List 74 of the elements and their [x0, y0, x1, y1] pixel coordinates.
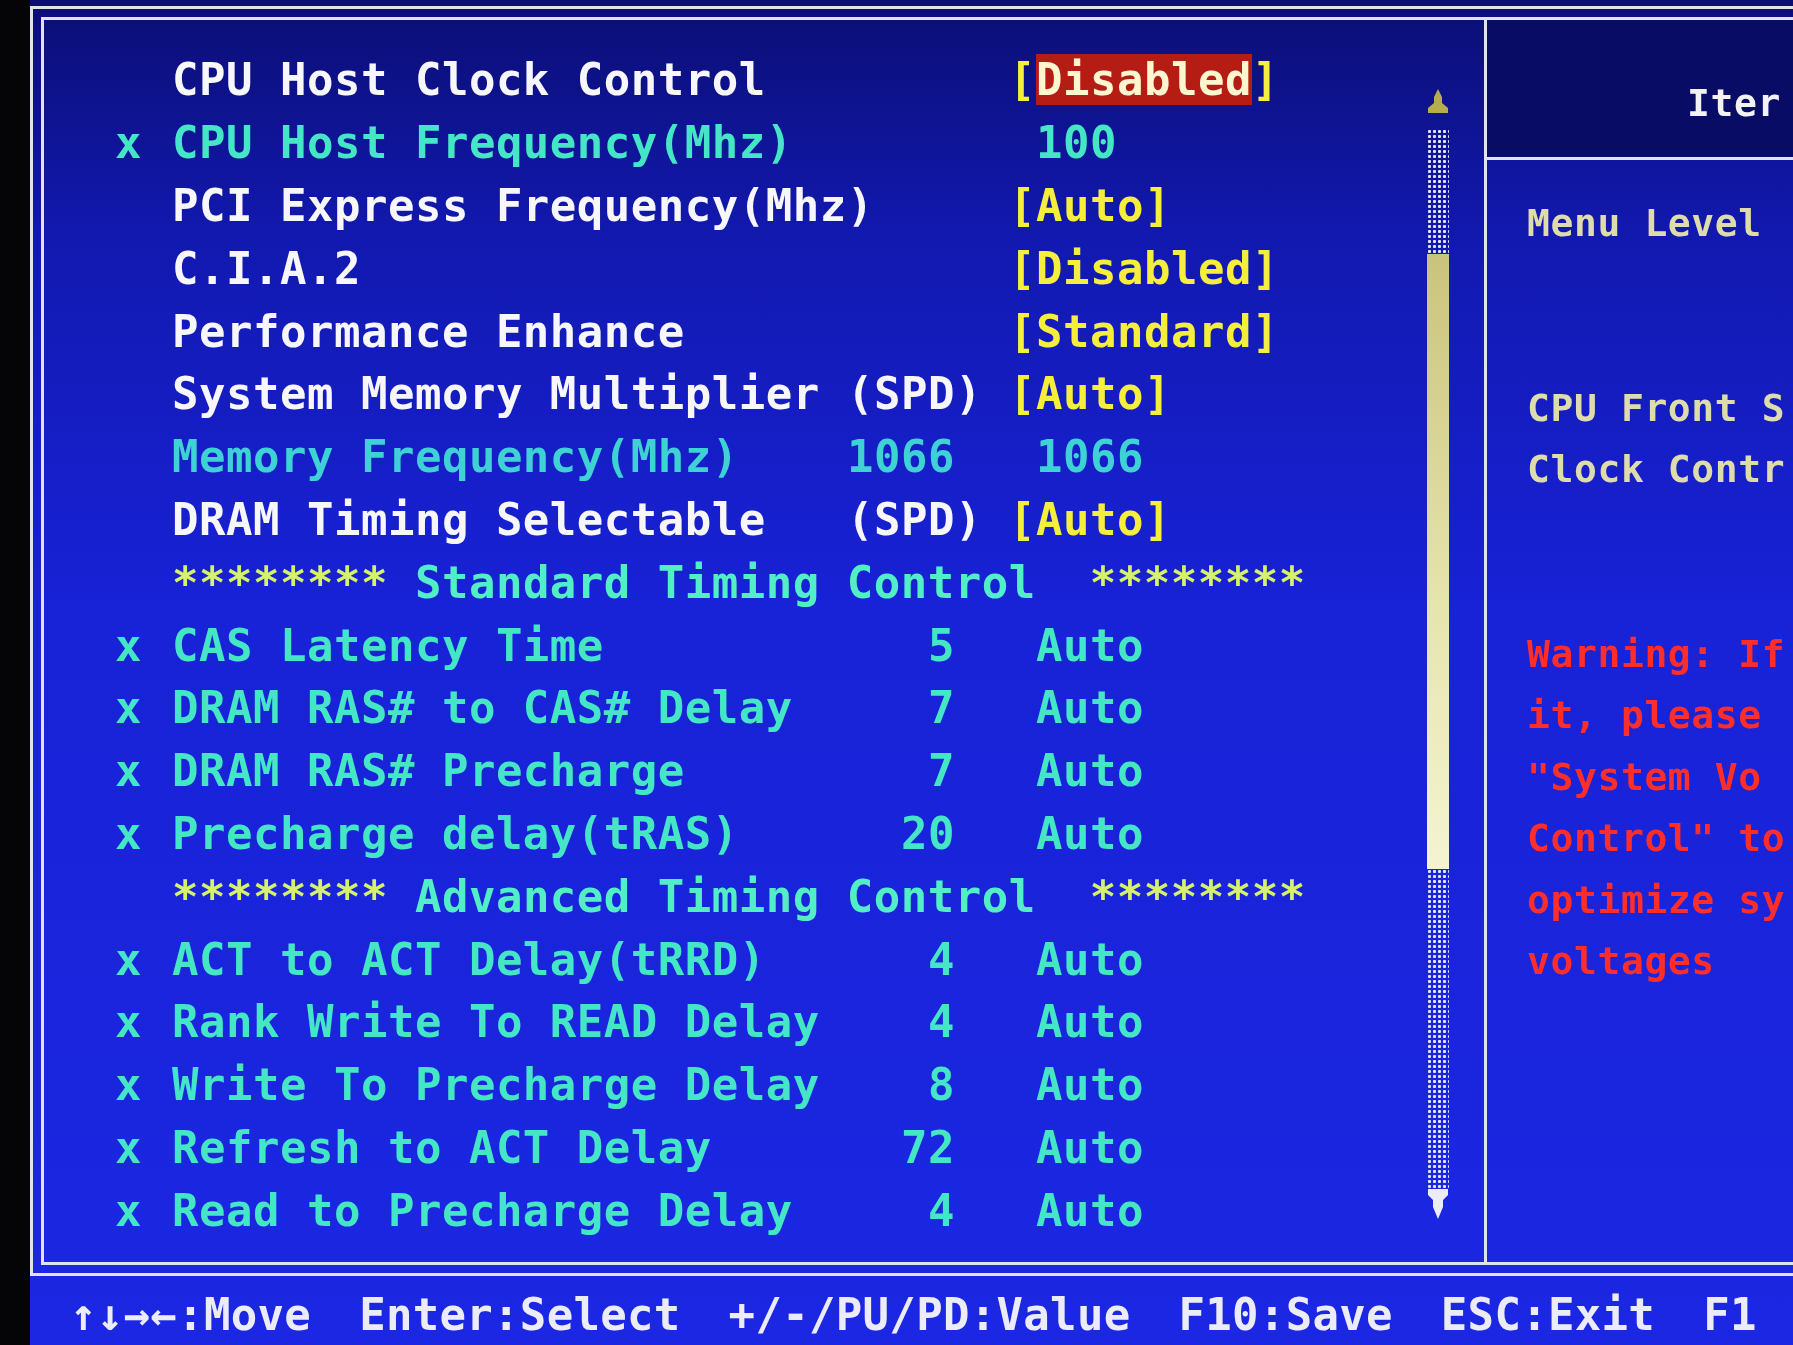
detected-value: 7 [928, 745, 955, 797]
disabled-marker: x [115, 996, 142, 1048]
setting-label: System Memory Multiplier [172, 368, 820, 420]
setting-value: 1066 [1036, 431, 1144, 483]
stars-divider: ******** [172, 557, 388, 608]
detected-value: 20 [901, 807, 955, 859]
setting-value[interactable]: [Auto] [1009, 180, 1171, 231]
disabled-marker: x [115, 745, 142, 797]
setting-value: Auto [1036, 1121, 1144, 1173]
disabled-marker: x [115, 1184, 142, 1236]
key-hint: +/-/PU/PD:Value [728, 1290, 1131, 1342]
setting-label: Refresh to ACT Delay [172, 1121, 712, 1173]
key-hint: F10:Save [1178, 1290, 1393, 1342]
scroll-down-icon[interactable] [1428, 1189, 1448, 1219]
disabled-marker: x [115, 807, 142, 859]
setting-value: Auto [1036, 996, 1144, 1048]
setting-label: Performance Enhance [172, 305, 685, 357]
setting-value: Auto [1036, 682, 1144, 734]
disabled-marker: x [115, 682, 142, 734]
setting-value: Auto [1036, 1184, 1144, 1236]
setting-label: CPU Host Frequency(Mhz) [172, 117, 793, 169]
help-title: Iter [1687, 81, 1781, 125]
disabled-marker: x [115, 619, 142, 671]
help-text: CPU Front S Clock Contr [1527, 384, 1787, 493]
stars-divider: ******** [1089, 557, 1306, 608]
setting-value[interactable]: [Disabled] [1009, 242, 1279, 294]
detected-value: (SPD) [847, 493, 982, 545]
disabled-marker: x [115, 1059, 142, 1111]
setting-label: DRAM RAS# Precharge [172, 745, 685, 797]
detected-value: 7 [928, 682, 955, 734]
warning-text: Warning: If it, please "System Vo Control" to optimize sy voltages [1527, 630, 1787, 985]
detected-value: 4 [928, 933, 955, 985]
setting-value[interactable]: [Standard] [1009, 305, 1279, 357]
stars-divider: ******** [172, 871, 388, 922]
key-hint: ESC:Exit [1440, 1290, 1656, 1342]
setting-label: Read to Precharge Delay [172, 1184, 793, 1236]
detected-value: 8 [928, 1059, 955, 1111]
setting-label: CPU Host Clock Control [172, 54, 766, 106]
detected-value: 1066 [847, 431, 955, 483]
setting-value[interactable]: [Auto] [1009, 368, 1171, 420]
key-hint: Enter:Select [359, 1290, 681, 1342]
setting-label: Write To Precharge Delay [172, 1059, 820, 1111]
setting-label: ACT to ACT Delay(tRRD) [172, 933, 766, 985]
detected-value: 4 [928, 1184, 955, 1236]
disabled-marker: x [115, 933, 142, 985]
detected-value: 4 [928, 996, 955, 1048]
disabled-marker: x [115, 117, 142, 169]
setting-value: 100 [1036, 117, 1117, 169]
setting-label: DRAM RAS# to CAS# Delay [172, 682, 793, 734]
detected-value: 72 [901, 1121, 955, 1173]
setting-value: Auto [1036, 1059, 1144, 1111]
key-hint: ↑↓→←:Move [70, 1290, 312, 1342]
disabled-marker: x [115, 1121, 142, 1173]
setting-label: DRAM Timing Selectable [172, 493, 766, 545]
setting-label: Memory Frequency(Mhz) [172, 431, 739, 483]
section-title: Standard Timing Control [414, 557, 1036, 608]
setting-label: PCI Express Frequency(Mhz) [172, 180, 874, 231]
setting-value[interactable]: [Auto] [1009, 493, 1171, 545]
detected-value: 5 [928, 619, 955, 671]
setting-value: Auto [1036, 933, 1144, 985]
setting-label: C.I.A.2 [172, 242, 361, 294]
section-title: Advanced Timing Control [414, 871, 1036, 922]
setting-value: Auto [1036, 807, 1144, 859]
setting-value: Auto [1036, 619, 1144, 671]
setting-label: Precharge delay(tRAS) [172, 807, 739, 859]
stars-divider: ******** [1089, 871, 1306, 922]
key-hint: F1 [1703, 1290, 1757, 1342]
menu-level-text: Menu Level [1527, 200, 1763, 247]
setting-value: Auto [1036, 745, 1144, 797]
setting-label: CAS Latency Time [172, 619, 604, 671]
scrollbar-thumb[interactable] [1427, 254, 1449, 869]
detected-value: (SPD) [847, 368, 982, 420]
setting-label: Rank Write To READ Delay [172, 996, 820, 1048]
scroll-up-icon[interactable] [1428, 89, 1448, 113]
